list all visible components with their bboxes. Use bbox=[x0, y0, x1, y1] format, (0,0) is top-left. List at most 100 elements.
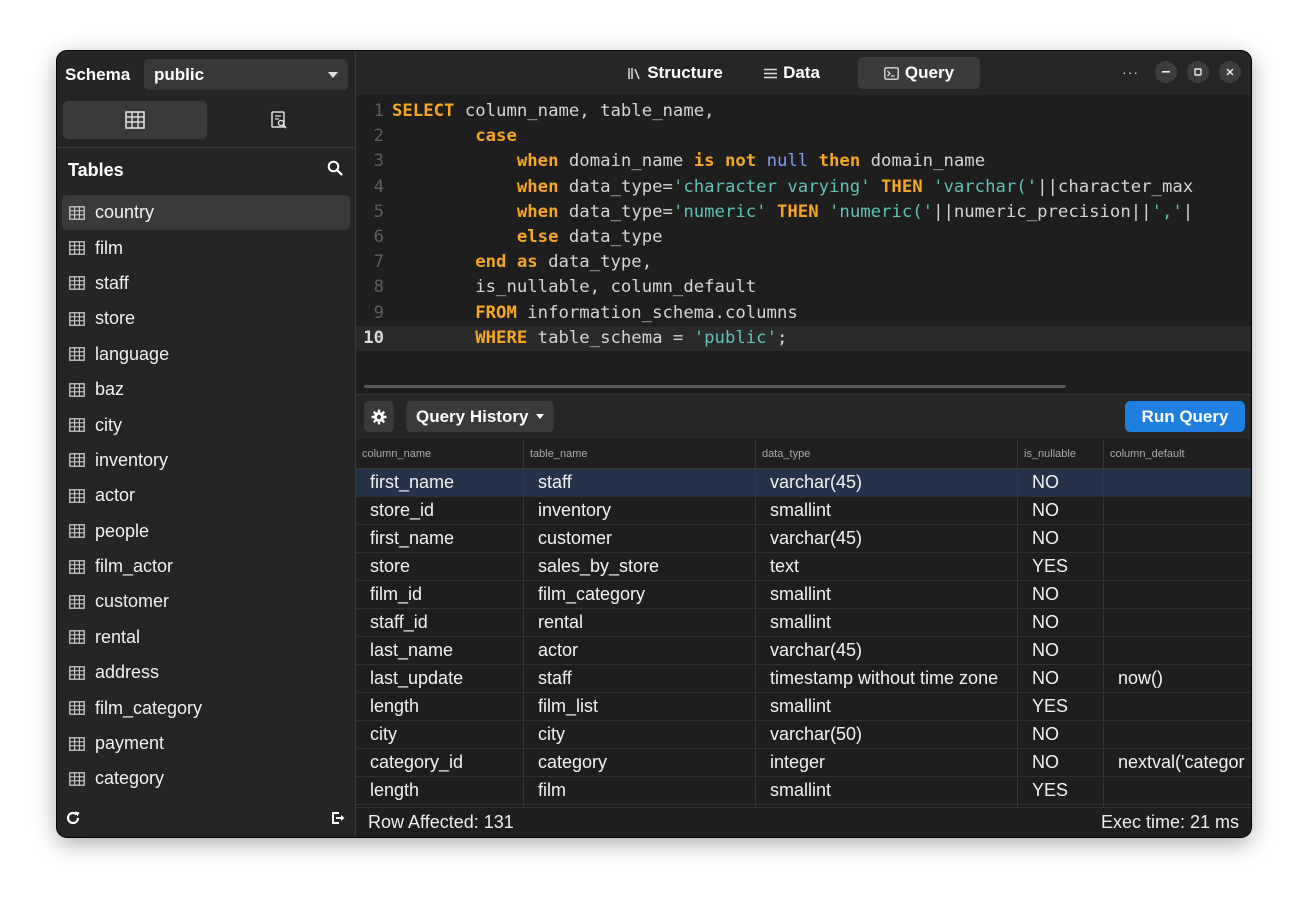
sidebar-item-film-category[interactable]: film_category bbox=[62, 690, 350, 725]
table-cell[interactable]: NO bbox=[1018, 609, 1104, 636]
sidebar-item-store[interactable]: store bbox=[62, 301, 350, 336]
sidebar-item-rental[interactable]: rental bbox=[62, 620, 350, 655]
table-cell[interactable]: smallint bbox=[756, 581, 1018, 608]
table-cell[interactable]: NO bbox=[1018, 581, 1104, 608]
table-cell[interactable]: text bbox=[756, 553, 1018, 580]
schema-select[interactable]: public bbox=[144, 59, 348, 90]
table-cell[interactable]: smallint bbox=[756, 777, 1018, 804]
table-cell[interactable]: NO bbox=[1018, 721, 1104, 748]
table-cell[interactable]: NO bbox=[1018, 637, 1104, 664]
code-line[interactable]: 5 when data_type='numeric' THEN 'numeric… bbox=[356, 200, 1251, 225]
table-cell[interactable] bbox=[1104, 469, 1251, 496]
table-row[interactable]: length film_list smallint YES bbox=[356, 693, 1251, 721]
table-cell[interactable]: rental bbox=[524, 609, 756, 636]
table-cell[interactable]: NO bbox=[1018, 665, 1104, 692]
table-cell[interactable]: varchar(45) bbox=[756, 525, 1018, 552]
close-button[interactable] bbox=[1219, 61, 1241, 83]
table-cell[interactable]: timestamp without time zone bbox=[756, 665, 1018, 692]
column-header-data-type[interactable]: data_type bbox=[756, 440, 1018, 468]
table-cell[interactable]: varchar(45) bbox=[756, 637, 1018, 664]
table-row[interactable]: staff_id rental smallint NO bbox=[356, 609, 1251, 637]
table-cell[interactable]: inventory bbox=[524, 497, 756, 524]
table-cell[interactable]: staff bbox=[524, 665, 756, 692]
sidebar-item-address[interactable]: address bbox=[62, 655, 350, 690]
table-cell[interactable]: film_list bbox=[524, 693, 756, 720]
table-cell[interactable]: staff_id bbox=[356, 609, 524, 636]
tab-query[interactable]: Query bbox=[858, 57, 980, 89]
table-cell[interactable]: actor bbox=[524, 637, 756, 664]
refresh-icon[interactable] bbox=[65, 810, 81, 831]
table-cell[interactable]: nextval('categor bbox=[1104, 749, 1251, 776]
query-list-view-button[interactable] bbox=[207, 101, 351, 139]
table-row[interactable]: store_id inventory smallint NO bbox=[356, 497, 1251, 525]
sidebar-item-film-actor[interactable]: film_actor bbox=[62, 549, 350, 584]
table-cell[interactable] bbox=[1104, 693, 1251, 720]
table-cell[interactable]: city bbox=[524, 721, 756, 748]
code-line[interactable]: 4 when data_type='character varying' THE… bbox=[356, 175, 1251, 200]
code-line[interactable]: 10 WHERE table_schema = 'public'; bbox=[356, 325, 1251, 351]
sidebar-item-staff[interactable]: staff bbox=[62, 266, 350, 301]
table-cell[interactable]: smallint bbox=[756, 693, 1018, 720]
table-cell[interactable]: NO bbox=[1018, 749, 1104, 776]
table-cell[interactable]: film_id bbox=[356, 581, 524, 608]
table-cell[interactable]: smallint bbox=[756, 497, 1018, 524]
table-cell[interactable]: category_id bbox=[356, 749, 524, 776]
table-cell[interactable]: varchar(50) bbox=[756, 721, 1018, 748]
table-cell[interactable]: NO bbox=[1018, 497, 1104, 524]
maximize-button[interactable] bbox=[1187, 61, 1209, 83]
table-row[interactable]: first_name customer varchar(45) NO bbox=[356, 525, 1251, 553]
code-line[interactable]: 8 is_nullable, column_default bbox=[356, 275, 1251, 300]
table-cell[interactable]: NO bbox=[1018, 469, 1104, 496]
table-cell[interactable]: NO bbox=[1018, 525, 1104, 552]
settings-button[interactable] bbox=[364, 401, 394, 432]
column-header-table-name[interactable]: table_name bbox=[524, 440, 756, 468]
table-cell[interactable]: film bbox=[524, 777, 756, 804]
table-cell[interactable]: sales_by_store bbox=[524, 553, 756, 580]
tab-data[interactable]: Data bbox=[748, 57, 836, 89]
sidebar-item-actor[interactable]: actor bbox=[62, 478, 350, 513]
minimize-button[interactable] bbox=[1155, 61, 1177, 83]
sidebar-item-baz[interactable]: baz bbox=[62, 372, 350, 407]
table-cell[interactable]: category bbox=[524, 749, 756, 776]
table-cell[interactable] bbox=[1104, 581, 1251, 608]
table-cell[interactable]: city bbox=[356, 721, 524, 748]
table-cell[interactable] bbox=[1104, 637, 1251, 664]
query-history-button[interactable]: Query History bbox=[406, 401, 555, 432]
sidebar-item-people[interactable]: people bbox=[62, 514, 350, 549]
table-cell[interactable]: store bbox=[356, 553, 524, 580]
column-header-column-default[interactable]: column_default bbox=[1104, 440, 1251, 468]
table-cell[interactable]: first_name bbox=[356, 525, 524, 552]
sql-editor[interactable]: 1 SELECT column_name, table_name, 2 case 3 … bbox=[356, 99, 1251, 394]
table-cell[interactable]: last_update bbox=[356, 665, 524, 692]
sidebar-item-city[interactable]: city bbox=[62, 407, 350, 442]
code-line[interactable]: 6 else data_type bbox=[356, 225, 1251, 250]
table-cell[interactable] bbox=[1104, 609, 1251, 636]
table-cell[interactable]: YES bbox=[1018, 693, 1104, 720]
exit-icon[interactable] bbox=[331, 811, 345, 830]
code-line[interactable]: 9 FROM information_schema.columns bbox=[356, 301, 1251, 326]
code-line[interactable]: 7 end as data_type, bbox=[356, 250, 1251, 275]
table-row[interactable]: length film smallint YES bbox=[356, 777, 1251, 805]
table-row[interactable]: last_update staff timestamp without time z… bbox=[356, 665, 1251, 693]
table-row[interactable]: city city varchar(50) NO bbox=[356, 721, 1251, 749]
table-row[interactable]: category_id category integer NO nextval('cat… bbox=[356, 749, 1251, 777]
table-row[interactable]: last_name actor varchar(45) NO bbox=[356, 637, 1251, 665]
table-cell[interactable] bbox=[1104, 553, 1251, 580]
sidebar-item-country[interactable]: country bbox=[62, 195, 350, 231]
table-cell[interactable] bbox=[1104, 721, 1251, 748]
table-cell[interactable]: length bbox=[356, 693, 524, 720]
tab-structure[interactable]: Structure bbox=[616, 57, 734, 89]
table-cell[interactable] bbox=[1104, 777, 1251, 804]
sidebar-item-inventory[interactable]: inventory bbox=[62, 443, 350, 478]
search-icon[interactable] bbox=[327, 160, 343, 181]
table-row[interactable]: first_name staff varchar(45) NO bbox=[356, 469, 1251, 497]
editor-horizontal-scrollbar[interactable] bbox=[364, 385, 1066, 388]
table-row[interactable]: film_id film_category smallint NO bbox=[356, 581, 1251, 609]
table-cell[interactable]: smallint bbox=[756, 609, 1018, 636]
sidebar-item-customer[interactable]: customer bbox=[62, 584, 350, 619]
table-cell[interactable] bbox=[1104, 525, 1251, 552]
table-cell[interactable]: store_id bbox=[356, 497, 524, 524]
table-cell[interactable]: varchar(45) bbox=[756, 469, 1018, 496]
sidebar-item-film[interactable]: film bbox=[62, 230, 350, 265]
sidebar-item-language[interactable]: language bbox=[62, 337, 350, 372]
